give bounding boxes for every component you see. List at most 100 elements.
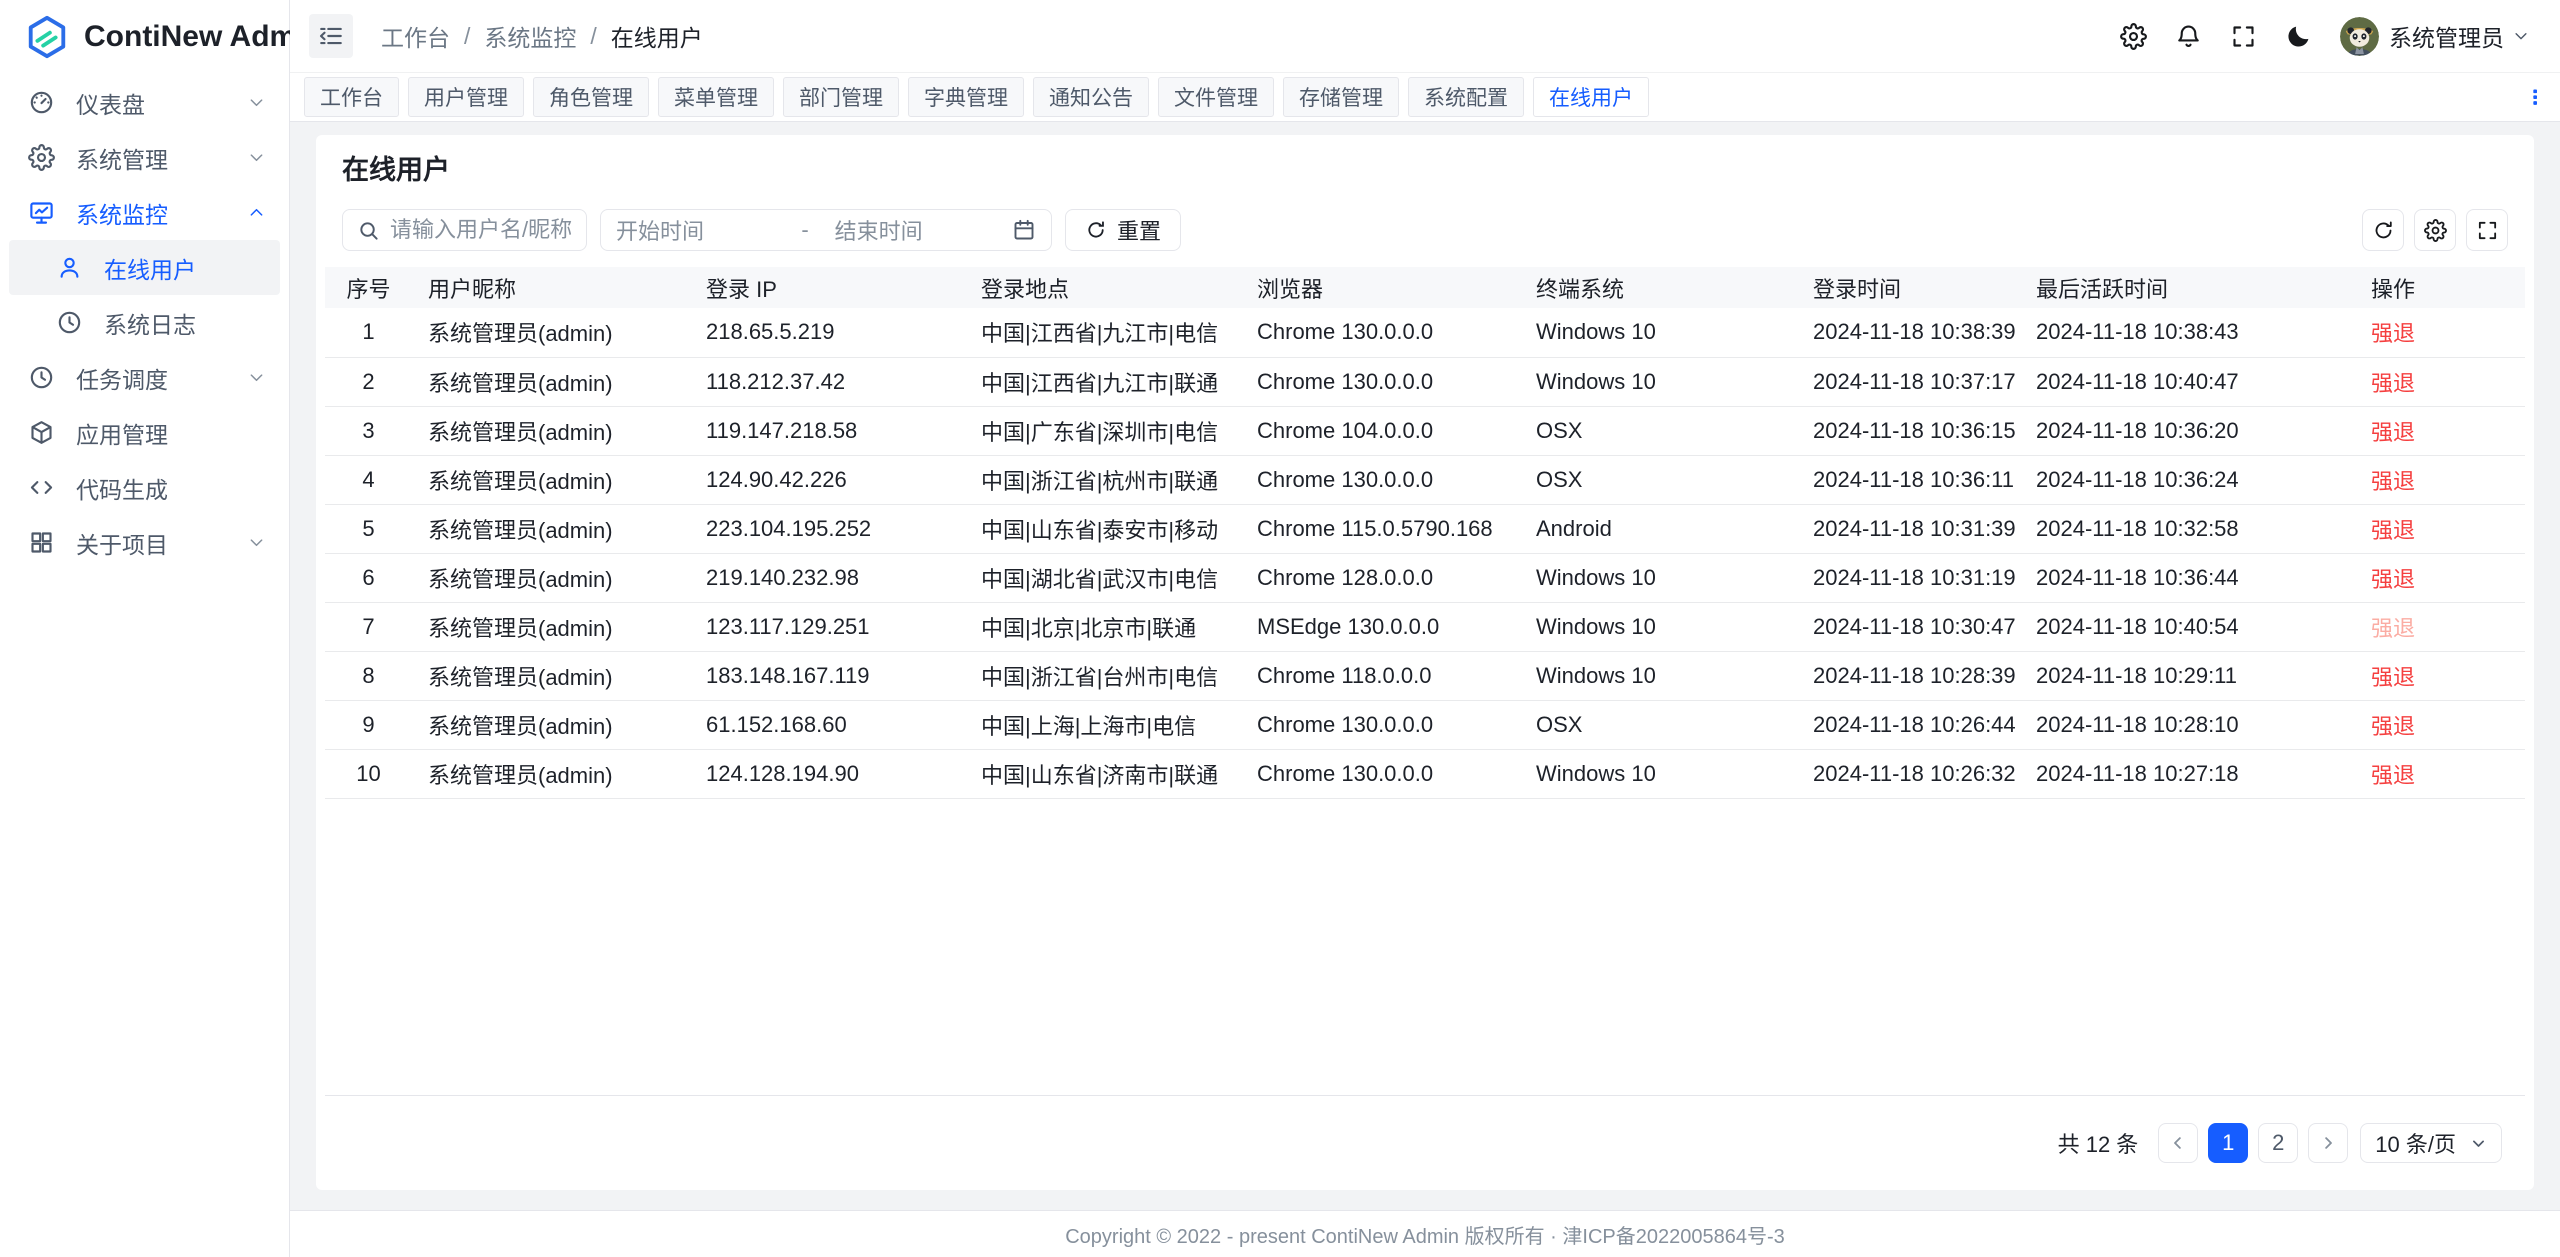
tab-file-management[interactable]: 文件管理 <box>1158 77 1274 117</box>
breadcrumb-item[interactable]: 工作台 <box>381 19 450 53</box>
cell-action: 强退 <box>2355 504 2525 553</box>
notifications-button[interactable] <box>2175 23 2202 50</box>
cell-no: 5 <box>325 504 412 553</box>
column-header-os: 终端系统 <box>1520 267 1797 308</box>
sidebar-item-dashboard[interactable]: 仪表盘 <box>9 75 280 130</box>
cell-ip: 118.212.37.42 <box>690 357 965 406</box>
cell-os: Android <box>1520 504 1797 553</box>
table-refresh-button[interactable] <box>2362 209 2404 251</box>
sidebar-item-label: 仪表盘 <box>76 86 247 120</box>
search-input[interactable] <box>390 217 572 243</box>
cell-location: 中国|广东省|深圳市|电信 <box>965 406 1241 455</box>
sidebar-item-about-project[interactable]: 关于项目 <box>9 515 280 570</box>
tab-role-management[interactable]: 角色管理 <box>533 77 649 117</box>
sidebar-item-system-monitor[interactable]: 系统监控 <box>9 185 280 240</box>
force-logout-link[interactable]: 强退 <box>2371 714 2415 739</box>
sidebar-item-label: 关于项目 <box>76 526 247 560</box>
collapse-sidebar-button[interactable] <box>309 14 353 58</box>
sidebar-item-system-logs[interactable]: 系统日志 <box>9 295 280 350</box>
cell-browser: Chrome 130.0.0.0 <box>1241 308 1520 357</box>
cell-active-time: 2024-11-18 10:40:47 <box>2020 357 2355 406</box>
search-box <box>342 209 587 251</box>
chevron-up-icon <box>247 203 266 222</box>
tab-label: 角色管理 <box>549 82 633 112</box>
cell-active-time: 2024-11-18 10:29:11 <box>2020 651 2355 700</box>
cell-nickname: 系统管理员(admin) <box>412 504 690 553</box>
force-logout-link[interactable]: 强退 <box>2371 763 2415 788</box>
pagination-total: 共 12 条 <box>2058 1127 2139 1159</box>
force-logout-link[interactable]: 强退 <box>2371 321 2415 346</box>
cell-location: 中国|山东省|济南市|联通 <box>965 749 1241 798</box>
breadcrumb-item: 在线用户 <box>611 19 703 53</box>
tab-workbench[interactable]: 工作台 <box>304 77 399 117</box>
sidebar-item-online-users[interactable]: 在线用户 <box>9 240 280 295</box>
column-header-no: 序号 <box>325 267 412 308</box>
tab-more-button[interactable] <box>2524 84 2546 110</box>
reset-button[interactable]: 重置 <box>1065 209 1181 251</box>
tab-label: 部门管理 <box>799 82 883 112</box>
fullscreen-button[interactable] <box>2230 23 2257 50</box>
sidebar: ContiNew Admin 仪表盘系统管理系统监控在线用户系统日志任务调度应用… <box>0 0 290 1257</box>
breadcrumb: 工作台/系统监控/在线用户 <box>381 19 703 53</box>
settings-button[interactable] <box>2120 23 2147 50</box>
tab-storage-management[interactable]: 存储管理 <box>1283 77 1399 117</box>
next-page-button[interactable] <box>2308 1123 2348 1163</box>
table-row: 8系统管理员(admin)183.148.167.119中国|浙江省|台州市|电… <box>325 651 2525 700</box>
sidebar-item-app-management[interactable]: 应用管理 <box>9 405 280 460</box>
force-logout-link[interactable]: 强退 <box>2371 567 2415 592</box>
main-area: 工作台/系统监控/在线用户 系统管理员 工作台用户管理角色管理菜单管理部门管理字… <box>290 0 2560 1257</box>
force-logout-link[interactable]: 强退 <box>2371 469 2415 494</box>
cell-active-time: 2024-11-18 10:36:24 <box>2020 455 2355 504</box>
clock-icon <box>28 364 55 391</box>
tab-online-users[interactable]: 在线用户 <box>1533 77 1649 117</box>
table-row: 6系统管理员(admin)219.140.232.98中国|湖北省|武汉市|电信… <box>325 553 2525 602</box>
cell-os: Windows 10 <box>1520 553 1797 602</box>
sidebar-menu: 仪表盘系统管理系统监控在线用户系统日志任务调度应用管理代码生成关于项目 <box>0 73 289 1257</box>
cell-browser: Chrome 130.0.0.0 <box>1241 749 1520 798</box>
grid-icon <box>28 529 55 556</box>
prev-page-button[interactable] <box>2158 1123 2198 1163</box>
tab-dept-management[interactable]: 部门管理 <box>783 77 899 117</box>
cell-no: 3 <box>325 406 412 455</box>
table-settings-button[interactable] <box>2414 209 2456 251</box>
table-row: 3系统管理员(admin)119.147.218.58中国|广东省|深圳市|电信… <box>325 406 2525 455</box>
sidebar-item-system-management[interactable]: 系统管理 <box>9 130 280 185</box>
cell-login-time: 2024-11-18 10:36:11 <box>1797 455 2020 504</box>
page-size-select[interactable]: 10 条/页 <box>2360 1123 2502 1163</box>
more-vertical-icon <box>2525 85 2545 109</box>
tab-system-config[interactable]: 系统配置 <box>1408 77 1524 117</box>
date-range-picker[interactable]: 开始时间 - 结束时间 <box>600 209 1052 251</box>
breadcrumb-item[interactable]: 系统监控 <box>484 19 576 53</box>
moon-icon <box>2285 23 2312 50</box>
cell-location: 中国|湖北省|武汉市|电信 <box>965 553 1241 602</box>
cell-active-time: 2024-11-18 10:28:10 <box>2020 700 2355 749</box>
force-logout-link[interactable]: 强退 <box>2371 665 2415 690</box>
force-logout-link[interactable]: 强退 <box>2371 371 2415 396</box>
page-button-1[interactable]: 1 <box>2208 1123 2248 1163</box>
tab-notice[interactable]: 通知公告 <box>1033 77 1149 117</box>
table-fullscreen-button[interactable] <box>2466 209 2508 251</box>
cell-os: Windows 10 <box>1520 357 1797 406</box>
cell-login-time: 2024-11-18 10:38:39 <box>1797 308 2020 357</box>
sidebar-item-code-generation[interactable]: 代码生成 <box>9 460 280 515</box>
page-button-2[interactable]: 2 <box>2258 1123 2298 1163</box>
app-logo[interactable]: ContiNew Admin <box>0 0 289 73</box>
cell-browser: Chrome 130.0.0.0 <box>1241 357 1520 406</box>
user-menu[interactable]: 系统管理员 <box>2340 17 2530 56</box>
topbar: 工作台/系统监控/在线用户 系统管理员 <box>290 0 2560 73</box>
cube-icon <box>28 419 55 446</box>
table-toolbar <box>2362 209 2508 251</box>
column-header-action: 操作 <box>2355 267 2525 308</box>
force-logout-link[interactable]: 强退 <box>2371 518 2415 543</box>
tab-user-management[interactable]: 用户管理 <box>408 77 524 117</box>
theme-button[interactable] <box>2285 23 2312 50</box>
pagination: 共 12 条 12 10 条/页 <box>316 1096 2534 1190</box>
cell-action: 强退 <box>2355 357 2525 406</box>
cell-browser: Chrome 104.0.0.0 <box>1241 406 1520 455</box>
sidebar-item-task-scheduling[interactable]: 任务调度 <box>9 350 280 405</box>
app-title: ContiNew Admin <box>84 20 323 54</box>
tab-menu-management[interactable]: 菜单管理 <box>658 77 774 117</box>
force-logout-link[interactable]: 强退 <box>2371 420 2415 445</box>
cell-action: 强退 <box>2355 700 2525 749</box>
tab-dict-management[interactable]: 字典管理 <box>908 77 1024 117</box>
